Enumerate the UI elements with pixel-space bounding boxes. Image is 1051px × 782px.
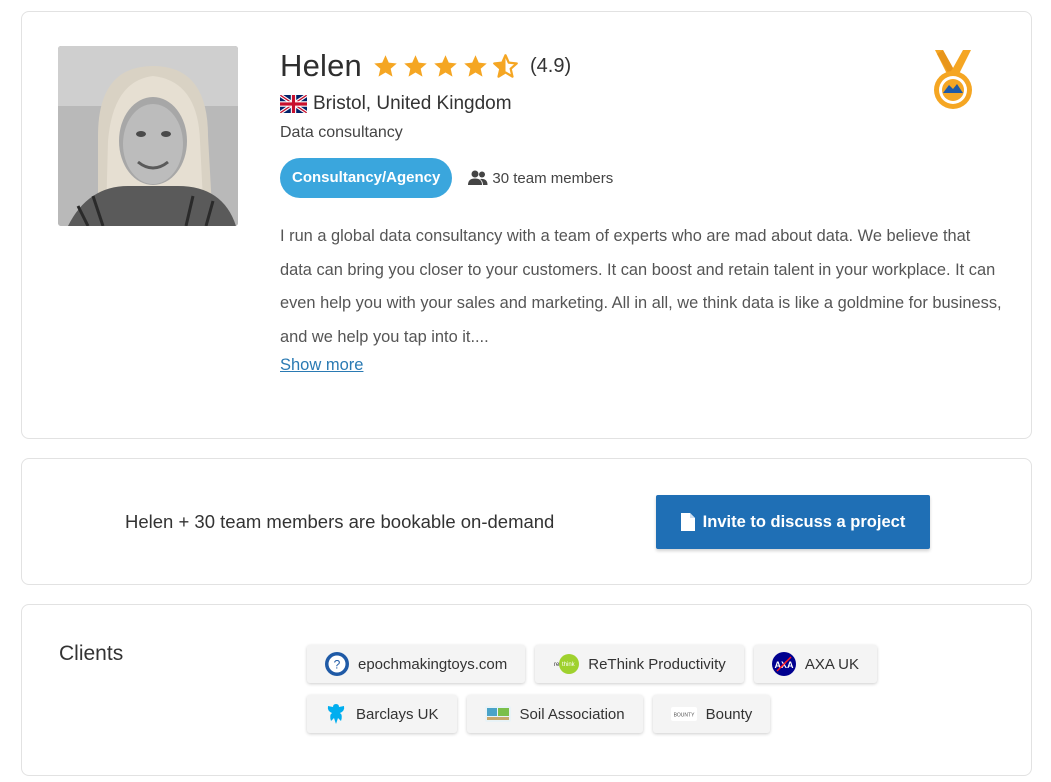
rating-value: (4.9) [530, 54, 572, 77]
profile-tagline: Data consultancy [280, 124, 403, 141]
uk-flag-icon [280, 95, 307, 113]
team-size: 30 team members [468, 170, 613, 187]
client-axa-uk[interactable]: AXA AXA UK [753, 645, 878, 683]
client-name: Bounty [705, 705, 753, 723]
client-barclays-uk[interactable]: Barclays UK [307, 695, 457, 733]
client-row: Barclays UK Soil Association BOUNTY Boun… [307, 695, 947, 733]
client-name: ReThink Productivity [588, 655, 726, 673]
document-icon [680, 513, 695, 531]
type-chip[interactable]: Consultancy/Agency [280, 158, 453, 198]
client-epochmakingtoys[interactable]: ? epochmakingtoys.com [307, 645, 526, 683]
axa-logo-icon: AXA [771, 652, 796, 676]
users-icon [468, 170, 488, 185]
soil-association-logo-icon [484, 706, 511, 722]
svg-text:AXA: AXA [774, 660, 794, 670]
client-soil-association[interactable]: Soil Association [466, 695, 643, 733]
invite-button[interactable]: Invite to discuss a project [656, 495, 930, 549]
question-circle-icon: ? [325, 652, 349, 676]
profile-meta-row: Consultancy/Agency 30 team members [280, 158, 613, 198]
star-full-icon [464, 54, 487, 77]
svg-text:?: ? [334, 658, 341, 672]
client-name: AXA UK [804, 655, 860, 673]
client-name: Barclays UK [356, 705, 439, 723]
bookable-text: Helen + 30 team members are bookable on-… [125, 511, 555, 532]
profile-photo [58, 46, 238, 226]
medal-badge-icon [934, 50, 972, 109]
location-row: Bristol, United Kingdom [280, 92, 512, 116]
client-row: ? epochmakingtoys.com re think ReThink P… [307, 645, 947, 683]
star-half-icon [493, 53, 518, 78]
profile-name: Helen [280, 48, 362, 83]
svg-text:re: re [554, 662, 560, 668]
invite-button-label: Invite to discuss a project [702, 512, 906, 531]
client-list: ? epochmakingtoys.com re think ReThink P… [307, 645, 947, 745]
client-name: Soil Association [519, 705, 625, 723]
client-rethink-productivity[interactable]: re think ReThink Productivity [535, 645, 744, 683]
star-full-icon [404, 54, 427, 77]
barclays-eagle-icon [327, 704, 345, 724]
name-rating-row: Helen (4.9) [280, 48, 571, 84]
show-more-link[interactable]: Show more [280, 356, 363, 375]
client-bounty[interactable]: BOUNTY Bounty [652, 695, 771, 733]
bounty-logo-icon: BOUNTY [670, 707, 697, 721]
clients-card: Clients ? epochmakingtoys.com re think R… [21, 604, 1032, 776]
svg-text:BOUNTY: BOUNTY [673, 713, 695, 719]
star-full-icon [434, 54, 457, 77]
client-name: epochmakingtoys.com [358, 655, 508, 673]
profile-card: Helen (4.9) Bristol, United Kingdom Data… [21, 11, 1032, 439]
team-size-text: 30 team members [492, 169, 614, 187]
star-full-icon [374, 54, 397, 77]
star-rating [372, 53, 519, 80]
location-text: Bristol, United Kingdom [313, 93, 512, 114]
clients-title: Clients [59, 642, 124, 665]
rethink-logo-icon: re think [554, 654, 580, 674]
profile-bio: I run a global data consultancy with a t… [280, 227, 1002, 346]
booking-card: Helen + 30 team members are bookable on-… [21, 458, 1032, 585]
svg-text:think: think [562, 662, 576, 668]
